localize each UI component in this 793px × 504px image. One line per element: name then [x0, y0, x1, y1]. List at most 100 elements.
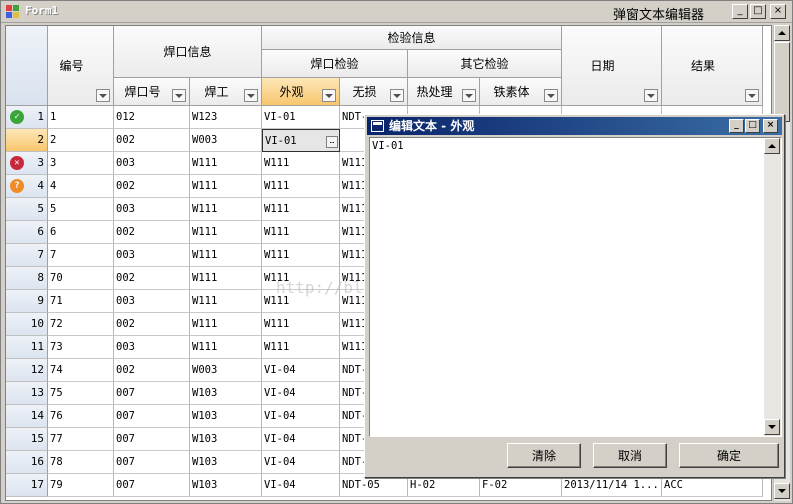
dialog-scroll-down-button[interactable] [764, 419, 780, 435]
cell-welder[interactable]: W111 [190, 198, 262, 221]
row-header[interactable]: 11 [6, 336, 48, 359]
cell-welder[interactable]: W123 [190, 106, 262, 129]
cell-number[interactable]: 77 [48, 428, 114, 451]
cell-welder[interactable]: W111 [190, 267, 262, 290]
row-header[interactable]: 10 [6, 313, 48, 336]
cell-number[interactable]: 74 [48, 359, 114, 382]
row-header[interactable]: 9 [6, 290, 48, 313]
dialog-text-editor[interactable] [369, 137, 782, 437]
cell-number[interactable]: 78 [48, 451, 114, 474]
col-header-result[interactable]: 结果 [662, 26, 763, 106]
row-header[interactable]: 17 [6, 474, 48, 497]
cell-welder[interactable]: W111 [190, 336, 262, 359]
cell-number[interactable]: 2 [48, 129, 114, 152]
cell-weld-no[interactable]: 002 [114, 267, 190, 290]
dialog-close-button[interactable]: × [763, 119, 778, 133]
dialog-vertical-scrollbar[interactable] [764, 138, 781, 436]
cell-appearance[interactable]: VI-01 [262, 106, 340, 129]
col-header-welder[interactable]: 焊工 [190, 78, 262, 106]
cell-weld-no[interactable]: 003 [114, 336, 190, 359]
cell-welder[interactable]: W111 [190, 313, 262, 336]
cell-appearance[interactable]: VI-04 [262, 382, 340, 405]
cell-weld-no[interactable]: 003 [114, 152, 190, 175]
cell-appearance[interactable]: W111 [262, 152, 340, 175]
cell-number[interactable]: 7 [48, 244, 114, 267]
grid-corner[interactable] [6, 26, 48, 106]
cell-weld-no[interactable]: 002 [114, 129, 190, 152]
cell-number[interactable]: 70 [48, 267, 114, 290]
cell-weld-no[interactable]: 003 [114, 290, 190, 313]
col-header-weld-no[interactable]: 焊口号 [114, 78, 190, 106]
minimize-button[interactable]: _ [732, 4, 748, 19]
row-header[interactable]: 15 [6, 428, 48, 451]
cell-appearance[interactable]: VI-04 [262, 359, 340, 382]
row-header[interactable]: 16 [6, 451, 48, 474]
scroll-thumb[interactable] [774, 42, 790, 122]
cell-number[interactable]: 73 [48, 336, 114, 359]
cancel-button[interactable]: 取消 [593, 443, 667, 468]
filter-dropdown-icon[interactable] [172, 89, 186, 102]
cell-number[interactable]: 76 [48, 405, 114, 428]
cell-number[interactable]: 72 [48, 313, 114, 336]
cell-number[interactable]: 4 [48, 175, 114, 198]
row-header[interactable]: ✓ 1 [6, 106, 48, 129]
clear-button[interactable]: 清除 [507, 443, 581, 468]
cell-welder[interactable]: W111 [190, 290, 262, 313]
col-header-heat[interactable]: 热处理 [408, 78, 480, 106]
row-header[interactable]: 5 [6, 198, 48, 221]
cell-appearance[interactable]: W111 [262, 313, 340, 336]
ellipsis-edit-icon[interactable]: … [326, 136, 338, 148]
cell-weld-no[interactable]: 002 [114, 313, 190, 336]
cell-weld-no[interactable]: 007 [114, 451, 190, 474]
cell-appearance[interactable]: VI-04 [262, 405, 340, 428]
filter-dropdown-icon[interactable] [96, 89, 110, 102]
row-header[interactable]: 13 [6, 382, 48, 405]
col-header-appearance[interactable]: 外观 [262, 78, 340, 106]
cell-number[interactable]: 1 [48, 106, 114, 129]
cell-welder[interactable]: W103 [190, 474, 262, 497]
cell-welder[interactable]: W103 [190, 428, 262, 451]
cell-welder[interactable]: W003 [190, 129, 262, 152]
row-header[interactable]: 14 [6, 405, 48, 428]
cell-welder[interactable]: W111 [190, 244, 262, 267]
dialog-title-bar[interactable]: 编辑文本 - 外观 _ □ × [367, 117, 782, 135]
cell-number[interactable]: 75 [48, 382, 114, 405]
col-header-number[interactable]: 编号 [48, 26, 114, 106]
dialog-scroll-up-button[interactable] [764, 138, 780, 154]
col-header-date[interactable]: 日期 [562, 26, 662, 106]
cell-number[interactable]: 3 [48, 152, 114, 175]
cell-weld-no[interactable]: 007 [114, 382, 190, 405]
cell-welder[interactable]: W111 [190, 152, 262, 175]
filter-dropdown-icon[interactable] [544, 89, 558, 102]
cell-appearance[interactable]: W111 [262, 175, 340, 198]
cell-weld-no[interactable]: 002 [114, 175, 190, 198]
cell-number[interactable]: 6 [48, 221, 114, 244]
cell-welder[interactable]: W003 [190, 359, 262, 382]
cell-appearance[interactable]: VI-04 [262, 474, 340, 497]
cell-appearance[interactable]: VI-04 [262, 428, 340, 451]
scroll-up-button[interactable] [774, 25, 790, 41]
cell-welder[interactable]: W103 [190, 405, 262, 428]
filter-dropdown-icon[interactable] [244, 89, 258, 102]
cell-welder[interactable]: W103 [190, 451, 262, 474]
cell-appearance[interactable]: W111 [262, 336, 340, 359]
cell-number[interactable]: 5 [48, 198, 114, 221]
dialog-maximize-button[interactable]: □ [745, 119, 760, 133]
filter-dropdown-icon[interactable] [644, 89, 658, 102]
cell-number[interactable]: 79 [48, 474, 114, 497]
cell-appearance[interactable]: VI-01… [262, 129, 340, 152]
row-header[interactable]: ✕ 3 [6, 152, 48, 175]
ok-button[interactable]: 确定 [679, 443, 779, 468]
col-header-ndt[interactable]: 无损 [340, 78, 408, 106]
scroll-down-button[interactable] [774, 483, 790, 499]
filter-dropdown-icon[interactable] [390, 89, 404, 102]
filter-dropdown-icon[interactable] [462, 89, 476, 102]
title-bar[interactable]: Form1 弹窗文本编辑器 _ □ × [1, 1, 792, 23]
cell-appearance[interactable]: VI-04 [262, 451, 340, 474]
cell-welder[interactable]: W111 [190, 175, 262, 198]
cell-weld-no[interactable]: 002 [114, 359, 190, 382]
cell-weld-no[interactable]: 007 [114, 428, 190, 451]
cell-welder[interactable]: W111 [190, 221, 262, 244]
cell-weld-no[interactable]: 007 [114, 405, 190, 428]
maximize-button[interactable]: □ [750, 4, 766, 19]
